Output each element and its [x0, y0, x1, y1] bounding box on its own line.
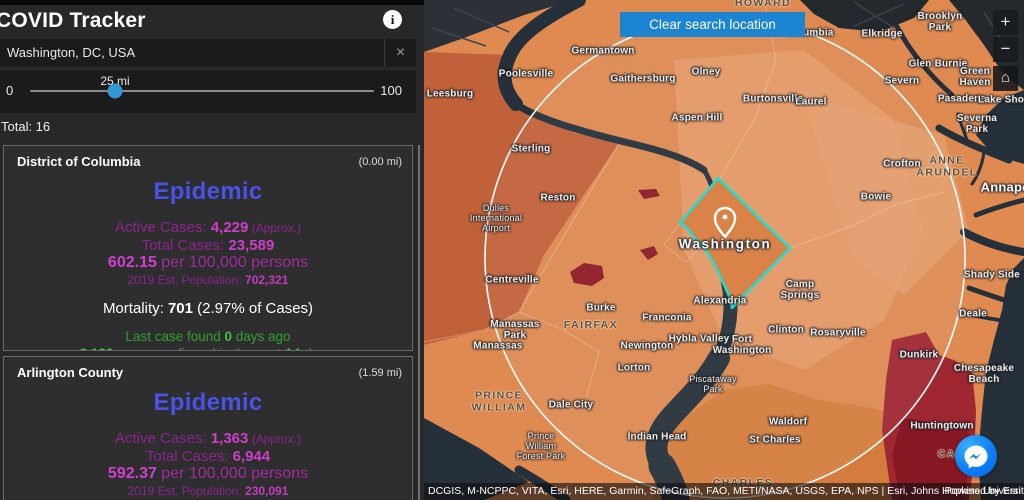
status-badge: Epidemic [4, 178, 412, 206]
radius-slider-section: 25 mi 0 100 [0, 70, 416, 113]
rate-value: 592.37 [108, 465, 157, 482]
search-box[interactable]: Washington, DC, USA × [0, 39, 416, 67]
info-icon[interactable]: i [383, 10, 402, 29]
rate-text: per 100,000 persons [157, 465, 308, 482]
map-canvas[interactable] [424, 0, 1024, 500]
attribution-text: DCGIS, M-NCPPC, VITA, Esri, HERE, Garmin… [428, 483, 1024, 500]
slider-min-label: 0 [6, 83, 13, 98]
active-cases-value: 4,229 [211, 219, 249, 236]
card-header: Arlington County (1.59 mi) [4, 363, 412, 383]
population-label: 2019 Est. Population: [128, 273, 245, 287]
active-cases-approx: (Approx.) [248, 221, 301, 235]
map-attribution-bar: DCGIS, M-NCPPC, VITA, Esri, HERE, Garmin… [424, 483, 1024, 500]
map-view[interactable]: GermantownPoolesvilleLeesburgGaithersbur… [424, 0, 1024, 500]
covid-tracker-app: COVID Tracker i Washington, DC, USA × 25… [0, 0, 1024, 500]
messenger-icon [963, 444, 989, 470]
messenger-chat-button[interactable] [955, 435, 997, 477]
population-value: 702,321 [245, 273, 288, 287]
total-cases-label: Total Cases: [146, 448, 233, 465]
slider-track[interactable] [30, 90, 374, 92]
rate-value: 602.15 [108, 254, 157, 271]
sidebar-panel: COVID Tracker i Washington, DC, USA × 25… [0, 0, 424, 500]
active-cases-label: Active Cases: [115, 219, 211, 236]
active-cases-label: Active Cases: [115, 430, 211, 447]
close-icon[interactable]: × [384, 39, 416, 67]
powered-by-esri: Powered by Esri [945, 483, 1021, 500]
active-cases-value: 1,363 [211, 430, 249, 447]
total-cases-value: 23,589 [228, 237, 274, 254]
active-cases-approx: (Approx.) [248, 432, 301, 446]
card-header: District of Columbia (0.00 mi) [4, 152, 412, 172]
zoom-in-button[interactable]: + [993, 10, 1018, 35]
zoom-out-button[interactable]: − [993, 37, 1018, 62]
recent-cases-block: Last case found 0 days ago 3,180 cases c… [4, 329, 412, 351]
mortality-line: Mortality: 701 (2.97% of Cases) [4, 300, 412, 317]
card-stats: Active Cases: 4,229 (Approx.) Total Case… [4, 219, 412, 287]
slider-handle[interactable] [108, 84, 123, 99]
status-badge: Epidemic [4, 389, 412, 417]
search-input[interactable]: Washington, DC, USA [7, 45, 135, 60]
result-card-arlington-county[interactable]: Arlington County (1.59 mi) Epidemic Acti… [3, 356, 413, 500]
card-stats: Active Cases: 1,363 (Approx.) Total Case… [4, 430, 412, 498]
home-button[interactable]: ⌂ [993, 66, 1018, 91]
clear-search-location-button[interactable]: Clear search location [620, 12, 805, 37]
total-cases-label: Total Cases: [142, 237, 229, 254]
app-title: COVID Tracker [0, 9, 146, 33]
population-value: 230,091 [245, 484, 288, 498]
results-total: Total: 16 [1, 119, 50, 134]
result-card-district-of-columbia[interactable]: District of Columbia (0.00 mi) Epidemic … [3, 145, 413, 351]
total-cases-value: 6,944 [233, 448, 271, 465]
rate-text: per 100,000 persons [157, 254, 308, 271]
slider-max-label: 100 [380, 83, 402, 98]
card-distance: (1.59 mi) [359, 367, 402, 379]
list-scrollbar[interactable] [418, 145, 420, 500]
card-title: Arlington County [17, 365, 123, 380]
card-distance: (0.00 mi) [359, 156, 402, 168]
app-header: COVID Tracker i [0, 5, 424, 37]
card-title: District of Columbia [17, 154, 141, 169]
population-label: 2019 Est. Population: [128, 484, 245, 498]
